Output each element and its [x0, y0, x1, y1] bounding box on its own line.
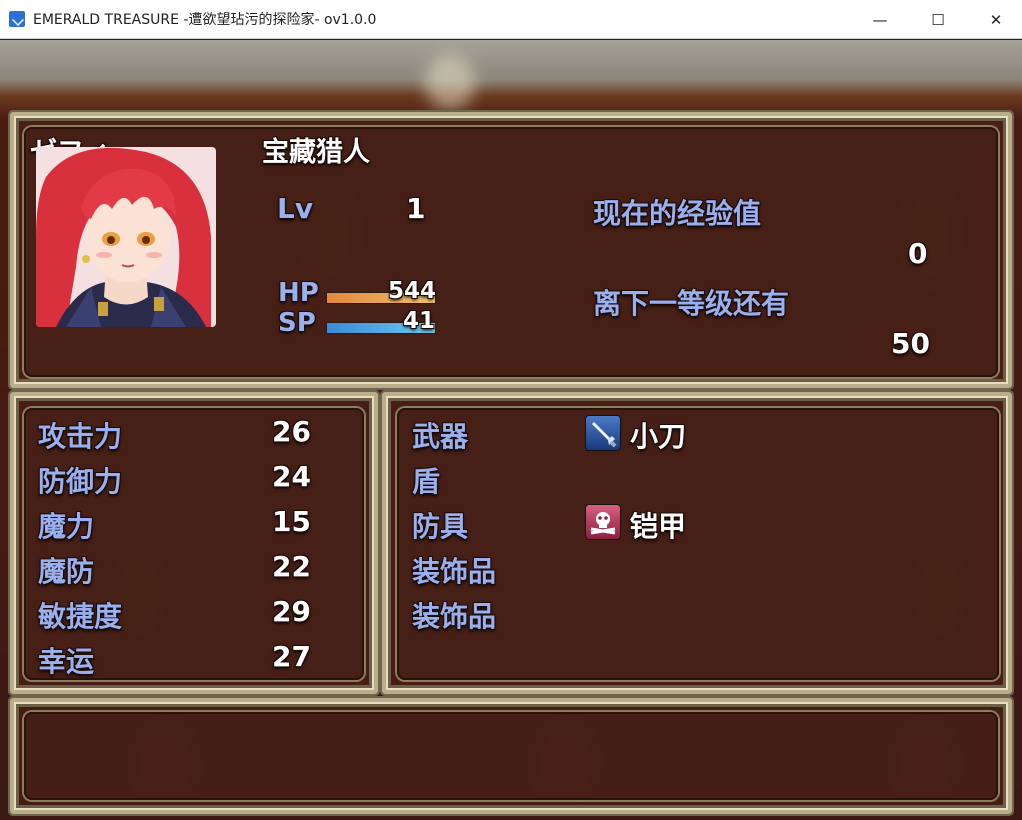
window-title: EMERALD TREASURE -遭欲望玷污的探险家- ov1.0.0	[33, 12, 377, 28]
equip-item-name: 小刀	[630, 420, 687, 453]
param-value: 24	[272, 460, 311, 493]
app-icon	[9, 11, 25, 27]
dagger-icon	[585, 415, 621, 451]
hp-label: HP	[278, 278, 319, 308]
param-value: 29	[272, 595, 311, 628]
param-label: 幸运	[38, 645, 95, 678]
equip-slot-label: 装饰品	[412, 555, 497, 588]
equip-slot-label: 盾	[412, 465, 441, 498]
equip-item-name: 铠甲	[630, 510, 687, 543]
armor-icon	[585, 504, 621, 540]
help-window-inner	[24, 712, 998, 800]
equip-slot-label: 装饰品	[412, 600, 497, 633]
equip-slot-label: 武器	[412, 420, 469, 453]
level-label: Lv	[277, 192, 314, 225]
window-controls: — ☐ ✕	[848, 0, 1022, 39]
equip-window-inner	[397, 408, 999, 680]
actor-class: 宝藏猎人	[262, 137, 370, 168]
exp-value: 0	[908, 237, 928, 270]
param-label: 敏捷度	[38, 600, 123, 633]
background-decoration	[425, 55, 475, 110]
next-level-label: 离下一等级还有	[593, 287, 790, 320]
param-value: 27	[272, 640, 311, 673]
close-button[interactable]: ✕	[970, 0, 1022, 39]
next-level-value: 50	[891, 327, 930, 360]
minimize-button[interactable]: —	[854, 0, 906, 39]
hp-value: 544	[388, 278, 437, 304]
sp-label: SP	[278, 308, 316, 338]
sp-value: 41	[403, 308, 436, 334]
exp-label: 现在的经验值	[593, 197, 762, 230]
param-value: 26	[272, 415, 311, 448]
param-label: 防御力	[38, 465, 123, 498]
equip-slot-label: 防具	[412, 510, 469, 543]
maximize-button[interactable]: ☐	[912, 0, 964, 39]
param-value: 15	[272, 505, 311, 538]
param-label: 魔力	[38, 510, 95, 543]
param-label: 攻击力	[38, 420, 123, 453]
param-value: 22	[272, 550, 311, 583]
param-label: 魔防	[38, 555, 95, 588]
actor-portrait	[36, 147, 216, 327]
level-value: 1	[406, 192, 426, 225]
window-titlebar: EMERALD TREASURE -遭欲望玷污的探险家- ov1.0.0 — ☐…	[0, 0, 1022, 39]
